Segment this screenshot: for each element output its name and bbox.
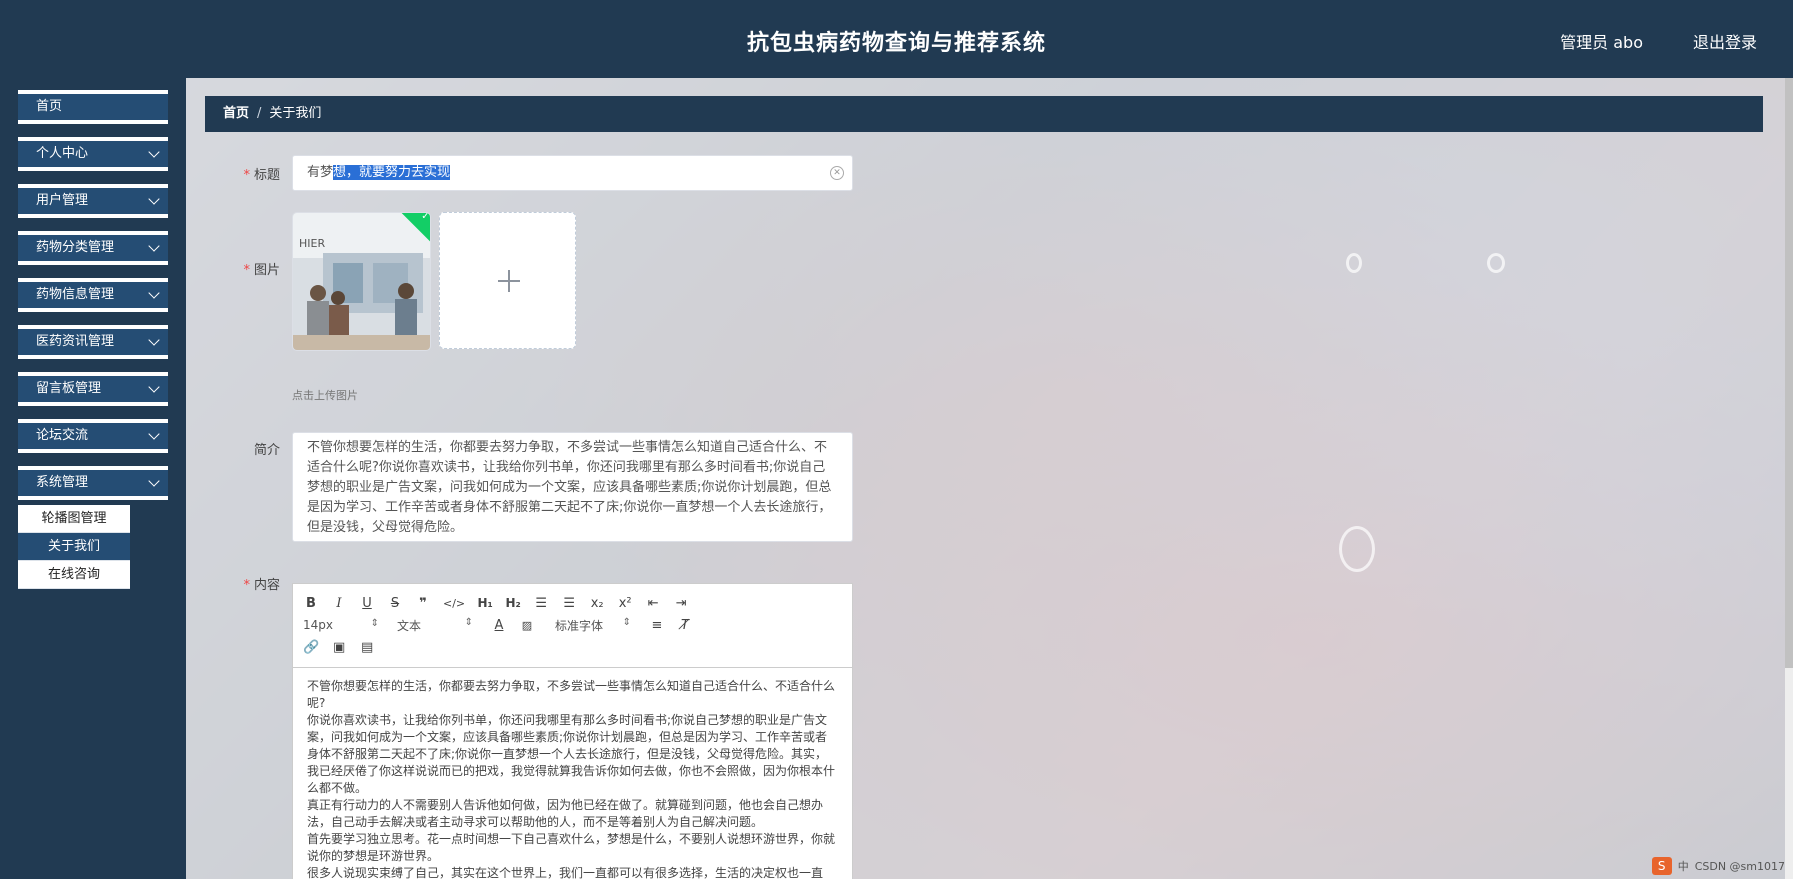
- editor-toolbar: B I U S ❞ </> H₁ H₂ ☰ ☰ x₂ x² ⇤ ⇥ 14px ⇕…: [293, 584, 852, 668]
- background-color-icon[interactable]: ▨: [519, 619, 535, 632]
- title-value-unselected: 有梦: [307, 165, 334, 180]
- uploaded-photo: HIER: [293, 213, 430, 350]
- sidebar-item-drug-info[interactable]: 药物信息管理: [18, 278, 168, 312]
- sidebar-item-label: 留言板管理: [36, 381, 102, 396]
- sidebar: 首页 个人中心 用户管理 药物分类管理 药物信息管理 医药资讯管理 留言板管理 …: [0, 78, 186, 879]
- svg-text:HIER: HIER: [299, 237, 325, 250]
- sidebar-item-personal-center[interactable]: 个人中心: [18, 137, 168, 171]
- underline-icon[interactable]: U: [359, 596, 375, 611]
- intro-textarea[interactable]: 不管你想要怎样的生活，你都要去努力争取，不多尝试一些事情怎么知道自己适合什么、不…: [292, 432, 853, 542]
- chevron-down-icon: [148, 287, 160, 299]
- main-content: 首页 / 关于我们 * 标题 有梦想，就要努力去实现 ✕ * 图片 HIER ✓…: [186, 78, 1793, 879]
- image-upload-button[interactable]: [439, 212, 576, 349]
- title-label: * 标题: [243, 168, 280, 183]
- rich-text-editor[interactable]: B I U S ❞ </> H₁ H₂ ☰ ☰ x₂ x² ⇤ ⇥ 14px ⇕…: [292, 583, 853, 879]
- video-icon[interactable]: ▤: [359, 640, 375, 655]
- logout-link[interactable]: 退出登录: [1693, 29, 1757, 53]
- title-value-selected: 想，就要努力去实现: [333, 165, 451, 180]
- ime-logo-icon[interactable]: S: [1651, 857, 1672, 875]
- clear-format-icon[interactable]: T̸: [677, 618, 693, 633]
- image-label: * 图片: [243, 263, 280, 278]
- editor-paragraph: 你说你喜欢读书，让我给你列书单，你还问我哪里有那么多时间看书;你说自己梦想的职业…: [307, 713, 836, 795]
- clear-icon[interactable]: ✕: [830, 166, 844, 180]
- italic-icon[interactable]: I: [331, 596, 347, 611]
- app-header: 抗包虫病药物查询与推荐系统 管理员 abo 退出登录: [0, 0, 1793, 79]
- superscript-icon[interactable]: x²: [617, 596, 633, 611]
- font-size-select[interactable]: 14px: [303, 618, 383, 632]
- system-submenu: 轮播图管理 关于我们 在线咨询: [18, 505, 130, 589]
- chevron-down-icon: [148, 381, 160, 393]
- content-label: * 内容: [243, 578, 280, 593]
- font-color-icon[interactable]: A: [491, 618, 507, 633]
- app-title: 抗包虫病药物查询与推荐系统: [746, 31, 1046, 56]
- chevron-down-icon: [148, 334, 160, 346]
- ime-language[interactable]: 中: [1678, 858, 1689, 874]
- submenu-item-online-consult[interactable]: 在线咨询: [18, 561, 130, 589]
- chevron-down-icon: [148, 193, 160, 205]
- bold-icon[interactable]: B: [303, 596, 319, 611]
- sidebar-item-forum[interactable]: 论坛交流: [18, 419, 168, 453]
- sidebar-item-label: 用户管理: [36, 193, 89, 208]
- system-tray: S 中 CSDN @sm1017: [1651, 856, 1785, 876]
- code-block-icon[interactable]: </>: [443, 597, 465, 610]
- sidebar-item-label: 医药资讯管理: [36, 334, 115, 349]
- chevron-down-icon: [148, 475, 160, 487]
- blockquote-icon[interactable]: ❞: [415, 596, 431, 611]
- link-icon[interactable]: 🔗: [303, 640, 319, 655]
- editor-paragraph: 真正有行动力的人不需要别人告诉他如何做，因为他已经在做了。就算碰到问题，他也会自…: [307, 798, 824, 829]
- chevron-down-icon: [148, 428, 160, 440]
- sidebar-item-drug-categories[interactable]: 药物分类管理: [18, 231, 168, 265]
- sidebar-item-label: 论坛交流: [36, 428, 89, 443]
- breadcrumb-separator: /: [257, 106, 262, 121]
- sidebar-item-home[interactable]: 首页: [18, 90, 168, 124]
- editor-content[interactable]: 不管你想要怎样的生活，你都要去努力争取，不多尝试一些事情怎么知道自己适合什么、不…: [293, 668, 852, 879]
- submenu-item-carousel[interactable]: 轮播图管理: [18, 505, 130, 533]
- align-icon[interactable]: ≡: [649, 618, 665, 633]
- uploaded-image-thumbnail[interactable]: HIER: [292, 212, 431, 351]
- submenu-item-about-us[interactable]: 关于我们: [18, 533, 130, 561]
- indent-icon[interactable]: ⇥: [673, 596, 689, 611]
- breadcrumb-current: 关于我们: [269, 106, 322, 121]
- sidebar-item-users[interactable]: 用户管理: [18, 184, 168, 218]
- sidebar-item-label: 首页: [36, 99, 63, 114]
- breadcrumb: 首页 / 关于我们: [205, 96, 1763, 132]
- sidebar-item-label: 药物分类管理: [36, 240, 115, 255]
- current-user: 管理员 abo: [1560, 33, 1643, 52]
- strikethrough-icon[interactable]: S: [387, 596, 403, 611]
- sidebar-item-medical-news[interactable]: 医药资讯管理: [18, 325, 168, 359]
- ordered-list-icon[interactable]: ☰: [533, 596, 549, 611]
- bullet-list-icon[interactable]: ☰: [561, 596, 577, 611]
- heading2-icon[interactable]: H₂: [505, 596, 521, 610]
- sidebar-item-label: 个人中心: [36, 146, 89, 161]
- image-icon[interactable]: ▣: [331, 640, 347, 655]
- heading1-icon[interactable]: H₁: [477, 596, 493, 610]
- sidebar-item-message-board[interactable]: 留言板管理: [18, 372, 168, 406]
- sidebar-item-system[interactable]: 系统管理: [18, 466, 168, 500]
- chevron-down-icon: [148, 240, 160, 252]
- upload-tip: 点击上传图片: [292, 389, 358, 402]
- editor-paragraph: 很多人说现实束缚了自己，其实在这个世界上，我们一直都可以有很多选择，生活的决定权…: [307, 866, 824, 879]
- editor-paragraph: 首先要学习独立思考。花一点时间想一下自己喜欢什么，梦想是什么，不要别人说想环游世…: [307, 832, 836, 863]
- subscript-icon[interactable]: x₂: [589, 596, 605, 611]
- editor-paragraph: 不管你想要怎样的生活，你都要去努力争取，不多尝试一些事情怎么知道自己适合什么、不…: [307, 679, 836, 710]
- chevron-down-icon: [148, 146, 160, 158]
- intro-label: 简介: [253, 443, 280, 458]
- breadcrumb-home[interactable]: 首页: [223, 106, 249, 121]
- title-input[interactable]: 有梦想，就要努力去实现 ✕: [292, 155, 853, 191]
- sidebar-item-label: 系统管理: [36, 475, 89, 490]
- watermark-text: CSDN @sm1017: [1694, 859, 1785, 873]
- block-type-select[interactable]: 文本: [397, 617, 477, 634]
- outdent-icon[interactable]: ⇤: [645, 596, 661, 611]
- sidebar-item-label: 药物信息管理: [36, 287, 115, 302]
- font-family-select[interactable]: 标准字体: [555, 617, 635, 634]
